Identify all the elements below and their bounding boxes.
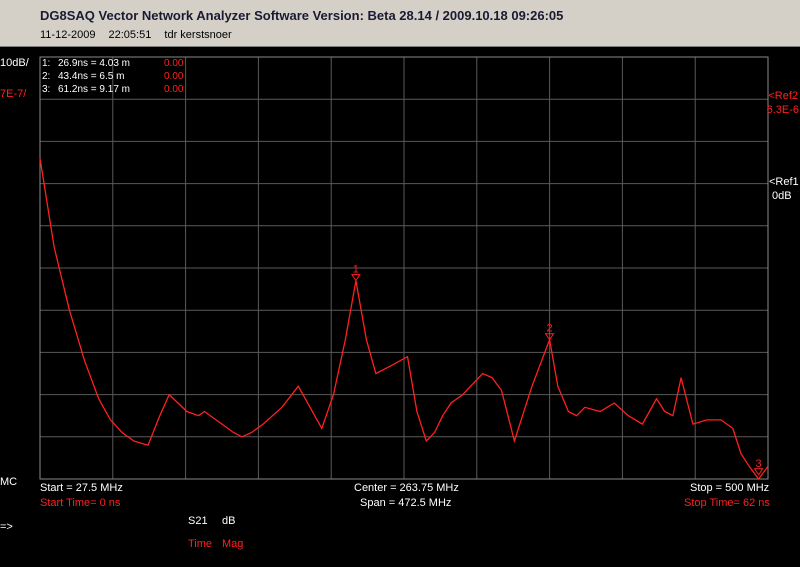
title-bar: DG8SAQ Vector Network Analyzer Software … <box>0 0 800 47</box>
measurement-label: tdr kerstsnoer <box>164 29 232 41</box>
marker-label: 3 <box>756 458 762 470</box>
trace-unit[interactable]: dB <box>222 515 235 528</box>
marker-value: 0.00 <box>164 58 184 69</box>
ref2-label: <Ref2 <box>768 90 798 102</box>
date-text: 11-12-2009 <box>40 29 96 41</box>
start-frequency: Start = 27.5 MHz <box>40 482 123 494</box>
marker-readout-text: 61.2ns = 9.17 m <box>58 84 130 95</box>
app-title: DG8SAQ Vector Network Analyzer Software … <box>40 8 564 23</box>
marker-id: 1: <box>42 58 51 69</box>
center-frequency: Center = 263.75 MHz <box>354 482 459 494</box>
ref1-label: <Ref1 <box>769 176 799 188</box>
marker-label: 2 <box>547 323 553 335</box>
ref1-value: 0dB <box>772 190 792 202</box>
trace-domain[interactable]: Time <box>188 538 212 551</box>
marker-row: 3: 61.2ns = 9.17 m 0.00 <box>42 84 183 96</box>
marker-readout: 1: 26.9ns = 4.03 m 0.00 2: 43.4ns = 6.5 … <box>42 58 192 98</box>
header-info: 11-12-2009 22:05:51 tdr kerstsnoer <box>40 29 242 41</box>
stop-time: Stop Time= 62 ns <box>684 497 770 509</box>
ref2-value: 6.3E-6 <box>766 104 799 116</box>
trace-parameter[interactable]: S21 <box>188 515 208 528</box>
marker-row: 2: 43.4ns = 6.5 m 0.00 <box>42 71 183 83</box>
arrow-label: => <box>0 521 13 533</box>
marker-label: 1 <box>353 264 359 276</box>
marker-readout-text: 26.9ns = 4.03 m <box>58 58 130 69</box>
db-per-div-label: 10dB/ <box>0 57 29 69</box>
stop-frequency: Stop = 500 MHz <box>690 482 770 494</box>
marker-row: 1: 26.9ns = 4.03 m 0.00 <box>42 58 183 70</box>
marker-id: 3: <box>42 84 51 95</box>
marker-value: 0.00 <box>164 71 184 82</box>
trace-format[interactable]: Mag <box>222 538 243 551</box>
time-text: 22:05:51 <box>108 29 152 41</box>
marker-id: 2: <box>42 71 51 82</box>
marker-readout-text: 43.4ns = 6.5 m <box>58 71 125 82</box>
span-frequency: Span = 472.5 MHz <box>360 497 452 509</box>
mode-label: MC <box>0 476 18 488</box>
marker-value: 0.00 <box>164 84 184 95</box>
start-time: Start Time= 0 ns <box>40 497 121 509</box>
time-per-div-label: 7E-7/ <box>0 88 27 100</box>
